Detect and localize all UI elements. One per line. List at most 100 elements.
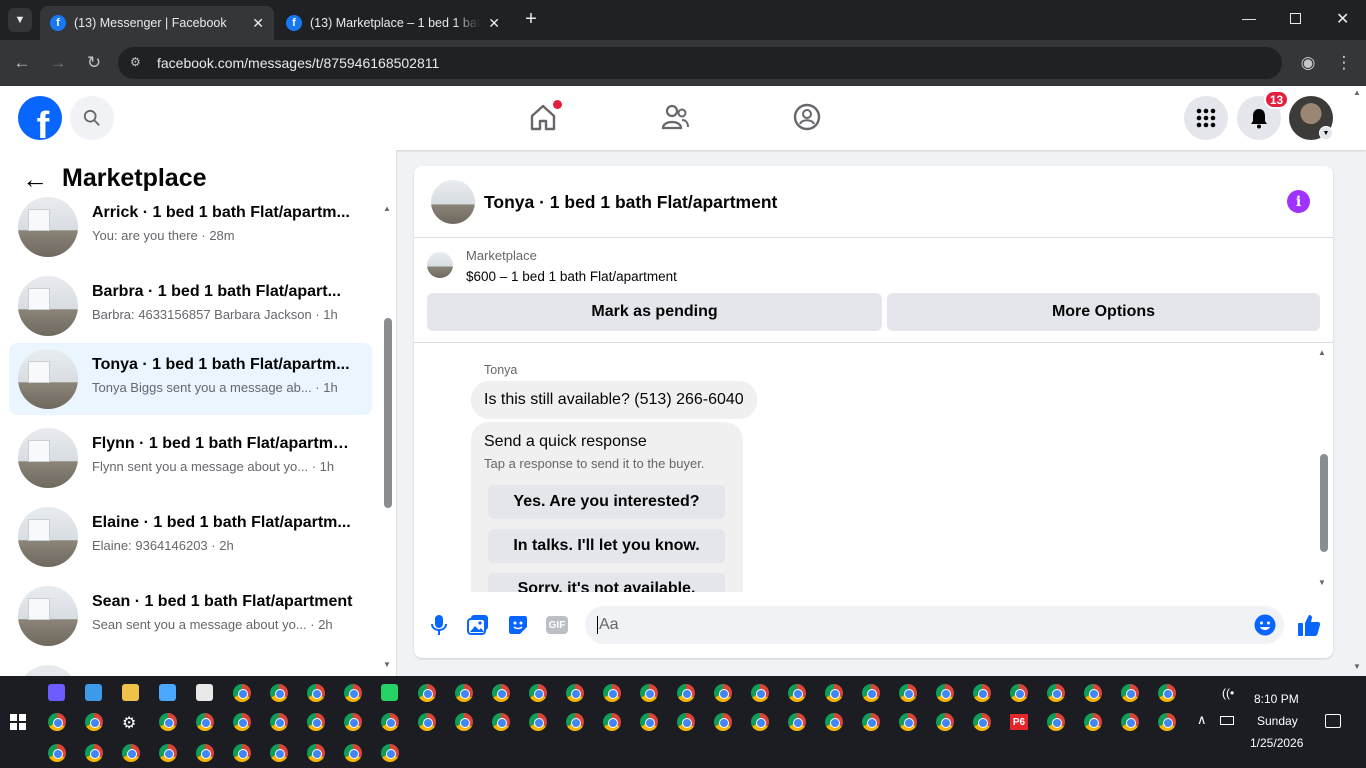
chrome-icon[interactable] xyxy=(529,713,547,731)
chrome-icon[interactable] xyxy=(862,684,880,702)
settings-gear-icon[interactable]: ⚙ xyxy=(122,713,136,733)
chrome-icon[interactable] xyxy=(344,713,362,731)
menu-button[interactable] xyxy=(1184,96,1228,140)
chrome-icon[interactable] xyxy=(159,744,177,762)
attach-photo-button[interactable] xyxy=(467,614,489,636)
sidebar-scroll-down-icon[interactable]: ▼ xyxy=(383,660,391,669)
chrome-icon[interactable] xyxy=(603,684,621,702)
conversation-info-button[interactable]: i xyxy=(1287,190,1310,213)
chrome-icon[interactable] xyxy=(973,684,991,702)
conversation-item[interactable]: Tonya · 1 bed 1 bath Flat/apartm... Tonya… xyxy=(9,343,372,415)
p6-app-icon[interactable]: P6 xyxy=(1010,714,1028,730)
chrome-icon[interactable] xyxy=(640,684,658,702)
chrome-icon[interactable] xyxy=(825,684,843,702)
conversation-item[interactable]: Flynn · 1 bed 1 bath Flat/apartme... Flyn… xyxy=(9,422,372,494)
chrome-icon[interactable] xyxy=(1158,684,1176,702)
notification-center-icon[interactable] xyxy=(1325,714,1341,728)
app-icon[interactable] xyxy=(85,684,102,701)
chrome-icon[interactable] xyxy=(418,684,436,702)
page-scroll-down-icon[interactable]: ▼ xyxy=(1353,662,1361,671)
chrome-icon[interactable] xyxy=(862,713,880,731)
sticker-button[interactable] xyxy=(507,614,529,636)
chat-title[interactable]: Tonya · 1 bed 1 bath Flat/apartment xyxy=(484,192,777,213)
restore-window-icon[interactable] xyxy=(1290,13,1301,24)
conversation-item[interactable]: Elaine · 1 bed 1 bath Flat/apartm... Elai… xyxy=(9,501,372,573)
clock-time[interactable]: 8:10 PM xyxy=(1254,692,1299,706)
mark-as-pending-button[interactable]: Mark as pending xyxy=(427,293,882,331)
chrome-icon[interactable] xyxy=(196,744,214,762)
facebook-logo-icon[interactable]: f xyxy=(18,96,62,140)
battery-icon[interactable] xyxy=(1220,716,1234,725)
close-tab-icon[interactable]: ✕ xyxy=(252,15,264,32)
chrome-icon[interactable] xyxy=(640,713,658,731)
tab-messenger[interactable]: f (13) Messenger | Facebook ✕ xyxy=(40,6,274,40)
chrome-icon[interactable] xyxy=(418,713,436,731)
site-settings-icon[interactable]: ⚙ xyxy=(130,55,146,71)
message-input[interactable]: Aa xyxy=(585,606,1284,644)
chrome-icon[interactable] xyxy=(270,713,288,731)
address-bar[interactable]: ⚙ facebook.com/messages/t/87594616850281… xyxy=(118,47,1282,79)
forward-icon[interactable]: → xyxy=(47,52,69,74)
conversation-item[interactable]: Sean · 1 bed 1 bath Flat/apartment Sean s… xyxy=(9,580,372,652)
chrome-icon[interactable] xyxy=(307,684,325,702)
chat-scroll-up-icon[interactable]: ▲ xyxy=(1318,348,1326,357)
menu-kebab-icon[interactable]: ⋮ xyxy=(1333,52,1355,74)
chrome-icon[interactable] xyxy=(270,684,288,702)
message-bubble[interactable]: Is this still available? (513) 266-6040 xyxy=(471,381,757,419)
new-tab-button[interactable]: + xyxy=(520,8,542,30)
chrome-icon[interactable] xyxy=(455,713,473,731)
clock-date[interactable]: 1/25/2026 xyxy=(1250,736,1303,750)
page-scroll-up-icon[interactable]: ▲ xyxy=(1353,88,1361,97)
listing-title[interactable]: $600 – 1 bed 1 bath Flat/apartment xyxy=(466,269,677,284)
listing-thumbnail[interactable] xyxy=(427,252,453,278)
chrome-icon[interactable] xyxy=(85,744,103,762)
chrome-icon[interactable] xyxy=(455,684,473,702)
chrome-icon[interactable] xyxy=(973,713,991,731)
tab-list-button[interactable]: ▼ xyxy=(8,8,32,32)
sidebar-scroll-up-icon[interactable]: ▲ xyxy=(383,204,391,213)
chrome-icon[interactable] xyxy=(1084,684,1102,702)
gif-button[interactable]: GIF xyxy=(546,616,568,634)
app-icon[interactable] xyxy=(381,684,398,701)
quick-response-sorry-button[interactable]: Sorry, it's not available. xyxy=(488,573,725,592)
quick-response-in-talks-button[interactable]: In talks. I'll let you know. xyxy=(488,529,725,563)
conversation-item-partial[interactable] xyxy=(9,659,372,676)
quick-response-yes-button[interactable]: Yes. Are you interested? xyxy=(488,485,725,519)
chrome-icon[interactable] xyxy=(566,713,584,731)
chrome-icon[interactable] xyxy=(307,744,325,762)
chat-avatar[interactable] xyxy=(431,180,475,224)
reload-icon[interactable]: ↻ xyxy=(83,52,105,74)
chrome-icon[interactable] xyxy=(677,684,695,702)
chrome-icon[interactable] xyxy=(307,713,325,731)
app-icon[interactable] xyxy=(159,684,176,701)
chrome-icon[interactable] xyxy=(344,684,362,702)
chrome-icon[interactable] xyxy=(825,713,843,731)
account-avatar[interactable]: ▼ xyxy=(1289,96,1333,140)
chrome-icon[interactable] xyxy=(381,744,399,762)
close-window-icon[interactable]: ✕ xyxy=(1336,9,1349,29)
chrome-icon[interactable] xyxy=(196,713,214,731)
more-options-button[interactable]: More Options xyxy=(887,293,1320,331)
chrome-icon[interactable] xyxy=(566,684,584,702)
back-icon[interactable]: ← xyxy=(11,52,33,74)
nav-groups[interactable] xyxy=(792,102,824,134)
chrome-icon[interactable] xyxy=(1084,713,1102,731)
chrome-icon[interactable] xyxy=(1047,684,1065,702)
chrome-icon[interactable] xyxy=(529,684,547,702)
chrome-icon[interactable] xyxy=(751,713,769,731)
network-icon[interactable]: ((• xyxy=(1222,686,1234,700)
chrome-icon[interactable] xyxy=(344,744,362,762)
chrome-icon[interactable] xyxy=(492,713,510,731)
chrome-icon[interactable] xyxy=(603,713,621,731)
chrome-icon[interactable] xyxy=(381,713,399,731)
chrome-icon[interactable] xyxy=(751,684,769,702)
chrome-icon[interactable] xyxy=(1047,713,1065,731)
emoji-button[interactable] xyxy=(1254,614,1276,636)
conversation-item[interactable]: Barbra · 1 bed 1 bath Flat/apart... Barbr… xyxy=(9,270,372,342)
conversation-item[interactable]: Arrick · 1 bed 1 bath Flat/apartm... You:… xyxy=(9,191,372,263)
app-icon[interactable] xyxy=(196,684,213,701)
start-button[interactable] xyxy=(10,714,26,730)
chrome-icon[interactable] xyxy=(714,684,732,702)
send-like-button[interactable] xyxy=(1297,613,1321,637)
clock-day[interactable]: Sunday xyxy=(1257,714,1298,728)
